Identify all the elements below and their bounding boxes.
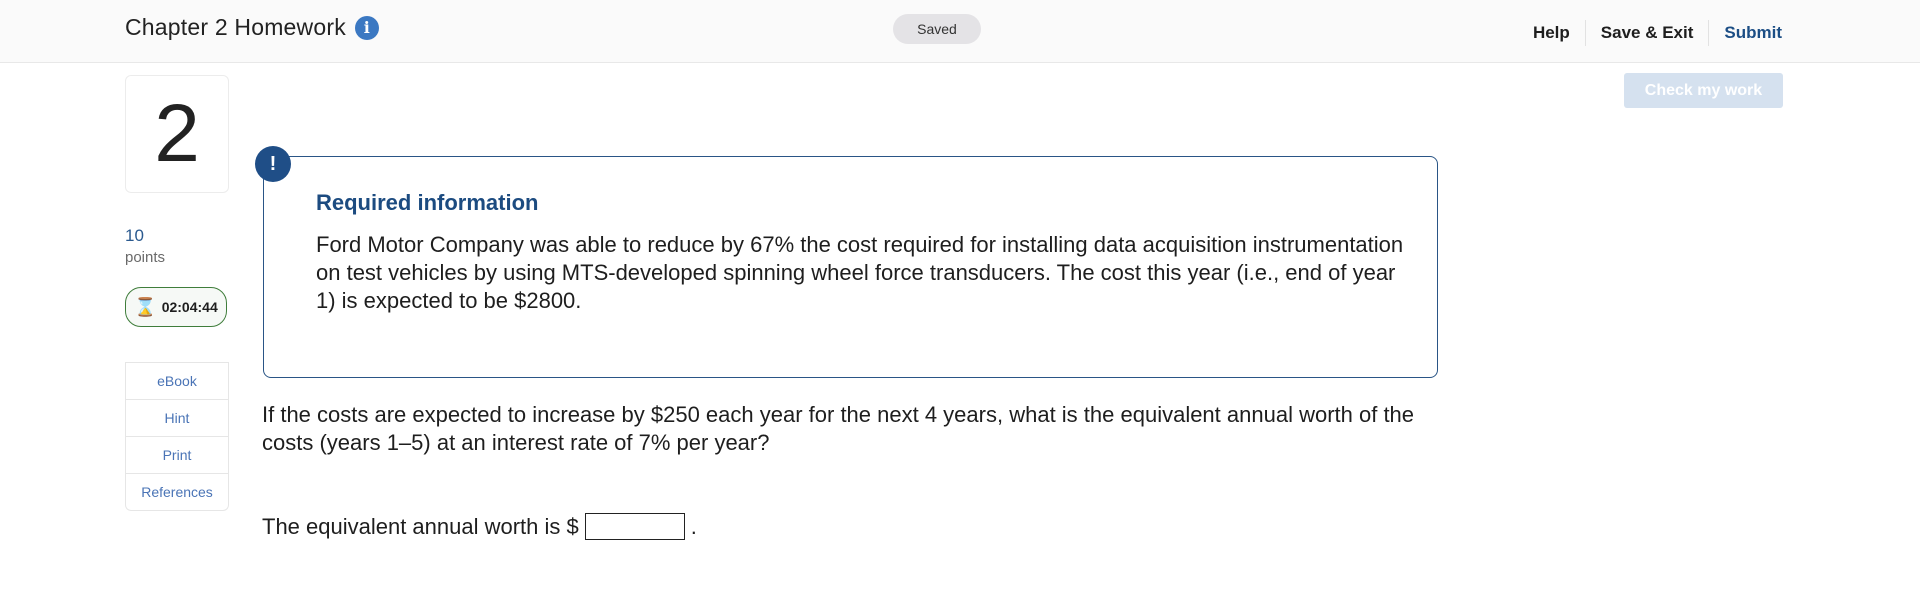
exclamation-icon: ! xyxy=(255,146,291,182)
points-label: points xyxy=(125,249,166,266)
info-icon[interactable]: i xyxy=(354,15,379,40)
references-link[interactable]: References xyxy=(126,474,228,510)
ebook-link[interactable]: eBook xyxy=(126,363,228,400)
answer-prefix: The equivalent annual worth is $ xyxy=(262,513,579,539)
hint-link[interactable]: Hint xyxy=(126,400,228,437)
answer-row: The equivalent annual worth is $ . xyxy=(262,513,697,540)
top-header: Chapter 2 Homework i Saved Help Save & E… xyxy=(0,0,1920,63)
question-number: 2 xyxy=(125,75,229,193)
hourglass-icon: ⌛ xyxy=(134,296,157,317)
check-my-work-button[interactable]: Check my work xyxy=(1624,73,1783,108)
points-value: 10 xyxy=(125,226,144,245)
help-link[interactable]: Help xyxy=(1518,21,1585,45)
timer-badge: ⌛ 02:04:44 xyxy=(125,287,227,327)
print-link[interactable]: Print xyxy=(126,437,228,474)
answer-suffix: . xyxy=(690,513,697,539)
required-info-title: Required information xyxy=(316,190,539,215)
submit-link[interactable]: Submit xyxy=(1709,21,1782,45)
question-text: If the costs are expected to increase by… xyxy=(262,402,1415,455)
assignment-title: Chapter 2 Homework xyxy=(125,14,346,40)
assignment-title-group: Chapter 2 Homework i xyxy=(125,14,379,41)
timer-value: 02:04:44 xyxy=(161,299,218,315)
question-tools: eBook Hint Print References xyxy=(125,362,229,511)
header-nav: Help Save & Exit Submit xyxy=(1518,20,1782,46)
equivalent-annual-worth-input[interactable] xyxy=(584,513,685,540)
save-exit-link[interactable]: Save & Exit xyxy=(1586,21,1709,45)
saved-status-badge: Saved xyxy=(893,14,981,44)
required-info-text: Ford Motor Company was able to reduce by… xyxy=(316,232,1404,313)
